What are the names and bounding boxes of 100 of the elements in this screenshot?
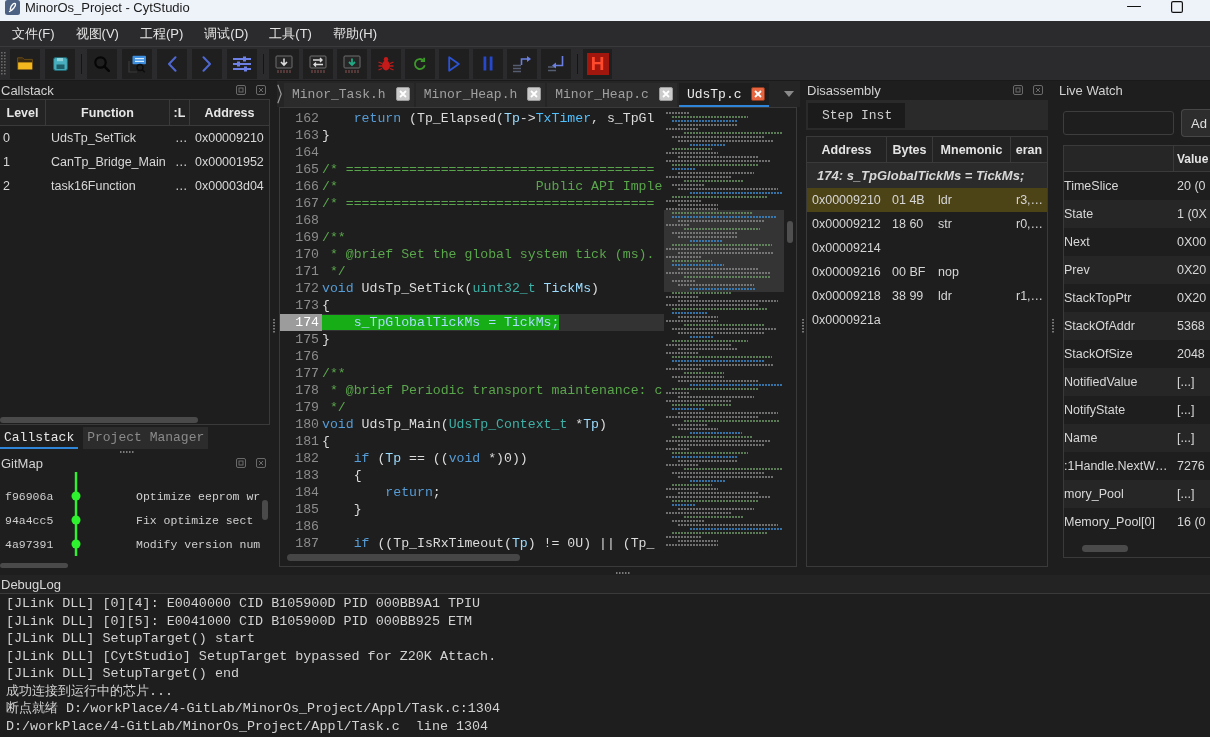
- toolbar-button[interactable]: [337, 48, 367, 79]
- watch-input-field[interactable]: [1063, 111, 1174, 135]
- toolbar-button[interactable]: [269, 48, 299, 79]
- disassembly-row[interactable]: 0x00009218 38 99 ldr r1,…: [807, 284, 1047, 308]
- panel-tab[interactable]: Project Manager: [83, 427, 209, 449]
- line-number: 167: [294, 195, 320, 212]
- editor-tab[interactable]: Minor_Heap.c: [547, 83, 677, 107]
- refresh-icon[interactable]: [413, 56, 427, 71]
- scrollbar-thumb[interactable]: [287, 554, 520, 561]
- line-number: 187: [294, 535, 320, 552]
- maximize-icon[interactable]: [1171, 1, 1183, 13]
- column-header[interactable]: Value: [1174, 146, 1210, 172]
- line-number: 168: [294, 212, 320, 229]
- log-line: D:/workPlace/4-GitLab/MinorOs_Project/Appl/Task.c line 1304: [6, 717, 490, 735]
- chevron-icon[interactable]: [277, 84, 282, 104]
- menu-item[interactable]: 工具(T): [269, 24, 312, 43]
- commit-hash: 4a97391: [4, 536, 55, 553]
- line-number: 178: [294, 382, 320, 399]
- chip-download-icon[interactable]: [275, 54, 293, 73]
- toolbar-button[interactable]: [45, 48, 75, 79]
- arrow-step-icon[interactable]: [512, 54, 532, 73]
- folder-icon[interactable]: [17, 57, 33, 70]
- code-line: return (Tp_Elapsed(Tp->TxTimer, s_TpGl: [352, 110, 656, 127]
- table-cell-text: 18 60: [891, 216, 925, 233]
- column-header[interactable]: Address: [190, 100, 269, 126]
- editor-tab[interactable]: Minor_Heap.h: [415, 83, 546, 107]
- editor-tab[interactable]: Minor_Task.h: [284, 83, 414, 107]
- menu-item[interactable]: 文件(F): [12, 24, 55, 43]
- minimize-icon[interactable]: [1127, 6, 1141, 8]
- column-header[interactable]: Function: [46, 100, 170, 126]
- toolbar-button[interactable]: [227, 48, 257, 79]
- arrow-return-icon[interactable]: [547, 54, 565, 73]
- table-cell: [...]: [1174, 368, 1210, 396]
- code-line: * @brief Periodic transport maintenance: c: [328, 382, 664, 399]
- code-line: */: [328, 263, 347, 280]
- toolbar-grip-icon[interactable]: [1, 51, 6, 76]
- add-button[interactable]: Ad: [1181, 109, 1210, 137]
- column-header[interactable]: :L: [170, 100, 190, 126]
- sliders-icon[interactable]: [233, 55, 251, 72]
- close-icon[interactable]: [658, 87, 673, 101]
- line-number: 186: [294, 518, 320, 535]
- editor-tab[interactable]: UdsTp.c: [678, 83, 770, 107]
- log-line: [JLink DLL] [CytStudio] SetupTarget bypassed for Z20K Attach.: [6, 647, 498, 665]
- bug-icon[interactable]: [378, 55, 394, 72]
- line-number: 162: [294, 110, 320, 127]
- table-cell-text: 2: [2, 178, 11, 195]
- code-line: {: [352, 467, 363, 484]
- column-header[interactable]: Level: [0, 100, 46, 126]
- chip-arrows-icon[interactable]: [309, 54, 327, 73]
- table-cell-text: nop: [937, 264, 960, 281]
- table-cell: [...]: [1174, 424, 1210, 452]
- line-number: 185: [294, 501, 320, 518]
- menu-item[interactable]: 工程(P): [139, 24, 184, 43]
- menu-item[interactable]: 视图(V): [75, 24, 119, 43]
- menu-item[interactable]: 帮助(H): [332, 24, 377, 43]
- disassembly-row[interactable]: 0x00009210 01 4B ldr r3,…: [807, 188, 1047, 212]
- table-cell-text: ldr: [937, 192, 953, 209]
- scrollbar-thumb[interactable]: [0, 417, 198, 423]
- toolbar-button[interactable]: [541, 48, 571, 79]
- restore-icon[interactable]: [236, 85, 246, 95]
- splitter-grip-icon[interactable]: [120, 450, 134, 453]
- disassembly-row[interactable]: 0x00009212 18 60 str r0,…: [807, 212, 1047, 236]
- chip-arrow-icon[interactable]: [343, 54, 361, 73]
- toolbar-button[interactable]: [10, 48, 40, 79]
- restore-icon[interactable]: [236, 458, 246, 468]
- disassembly-row[interactable]: 0x00009214: [807, 236, 1047, 260]
- pause-icon[interactable]: [483, 56, 493, 71]
- step-button[interactable]: Step Inst: [808, 102, 905, 128]
- table-cell-text: 0x00009216: [811, 264, 882, 281]
- disassembly-row[interactable]: 0x0000921a: [807, 308, 1047, 332]
- disassembly-row[interactable]: 0x00009216 00 BF nop: [807, 260, 1047, 284]
- table-cell-text: 00 BF: [891, 264, 927, 281]
- close-icon[interactable]: [751, 87, 766, 101]
- close-icon[interactable]: [527, 87, 542, 101]
- line-number: 176: [294, 348, 320, 365]
- chevron-right-icon[interactable]: [202, 55, 212, 72]
- chevron-left-icon[interactable]: [167, 55, 177, 72]
- code-line: if (Tp == ((void *)0)): [352, 450, 529, 467]
- scrollbar-thumb[interactable]: [1082, 545, 1128, 552]
- scrollbar-thumb[interactable]: [262, 500, 268, 520]
- screen-search-icon[interactable]: [127, 54, 147, 73]
- menu-item[interactable]: 调试(D): [204, 24, 249, 43]
- scrollbar-thumb[interactable]: [0, 563, 68, 568]
- table-cell-text: ldr: [937, 288, 953, 305]
- line-number: 179: [294, 399, 320, 416]
- table-cell: 1 (0X: [1174, 200, 1210, 228]
- play-icon[interactable]: [448, 55, 460, 72]
- scrollbar-thumb[interactable]: [787, 221, 793, 243]
- table-cell: Prev: [1064, 256, 1174, 284]
- close-icon[interactable]: [395, 87, 410, 101]
- window-title: MinorOs_Project - CytStudio: [25, 0, 190, 15]
- table-cell-text: str: [937, 216, 953, 233]
- splitter-grip-icon[interactable]: [272, 318, 275, 334]
- toolbar-button[interactable]: [303, 48, 333, 79]
- caret-down-icon[interactable]: [784, 91, 794, 97]
- restore-icon[interactable]: [1013, 85, 1023, 95]
- code-line: {: [322, 297, 331, 314]
- line-number: 175: [294, 331, 320, 348]
- toolbar-button[interactable]: [122, 48, 152, 79]
- toolbar-button[interactable]: [405, 48, 435, 79]
